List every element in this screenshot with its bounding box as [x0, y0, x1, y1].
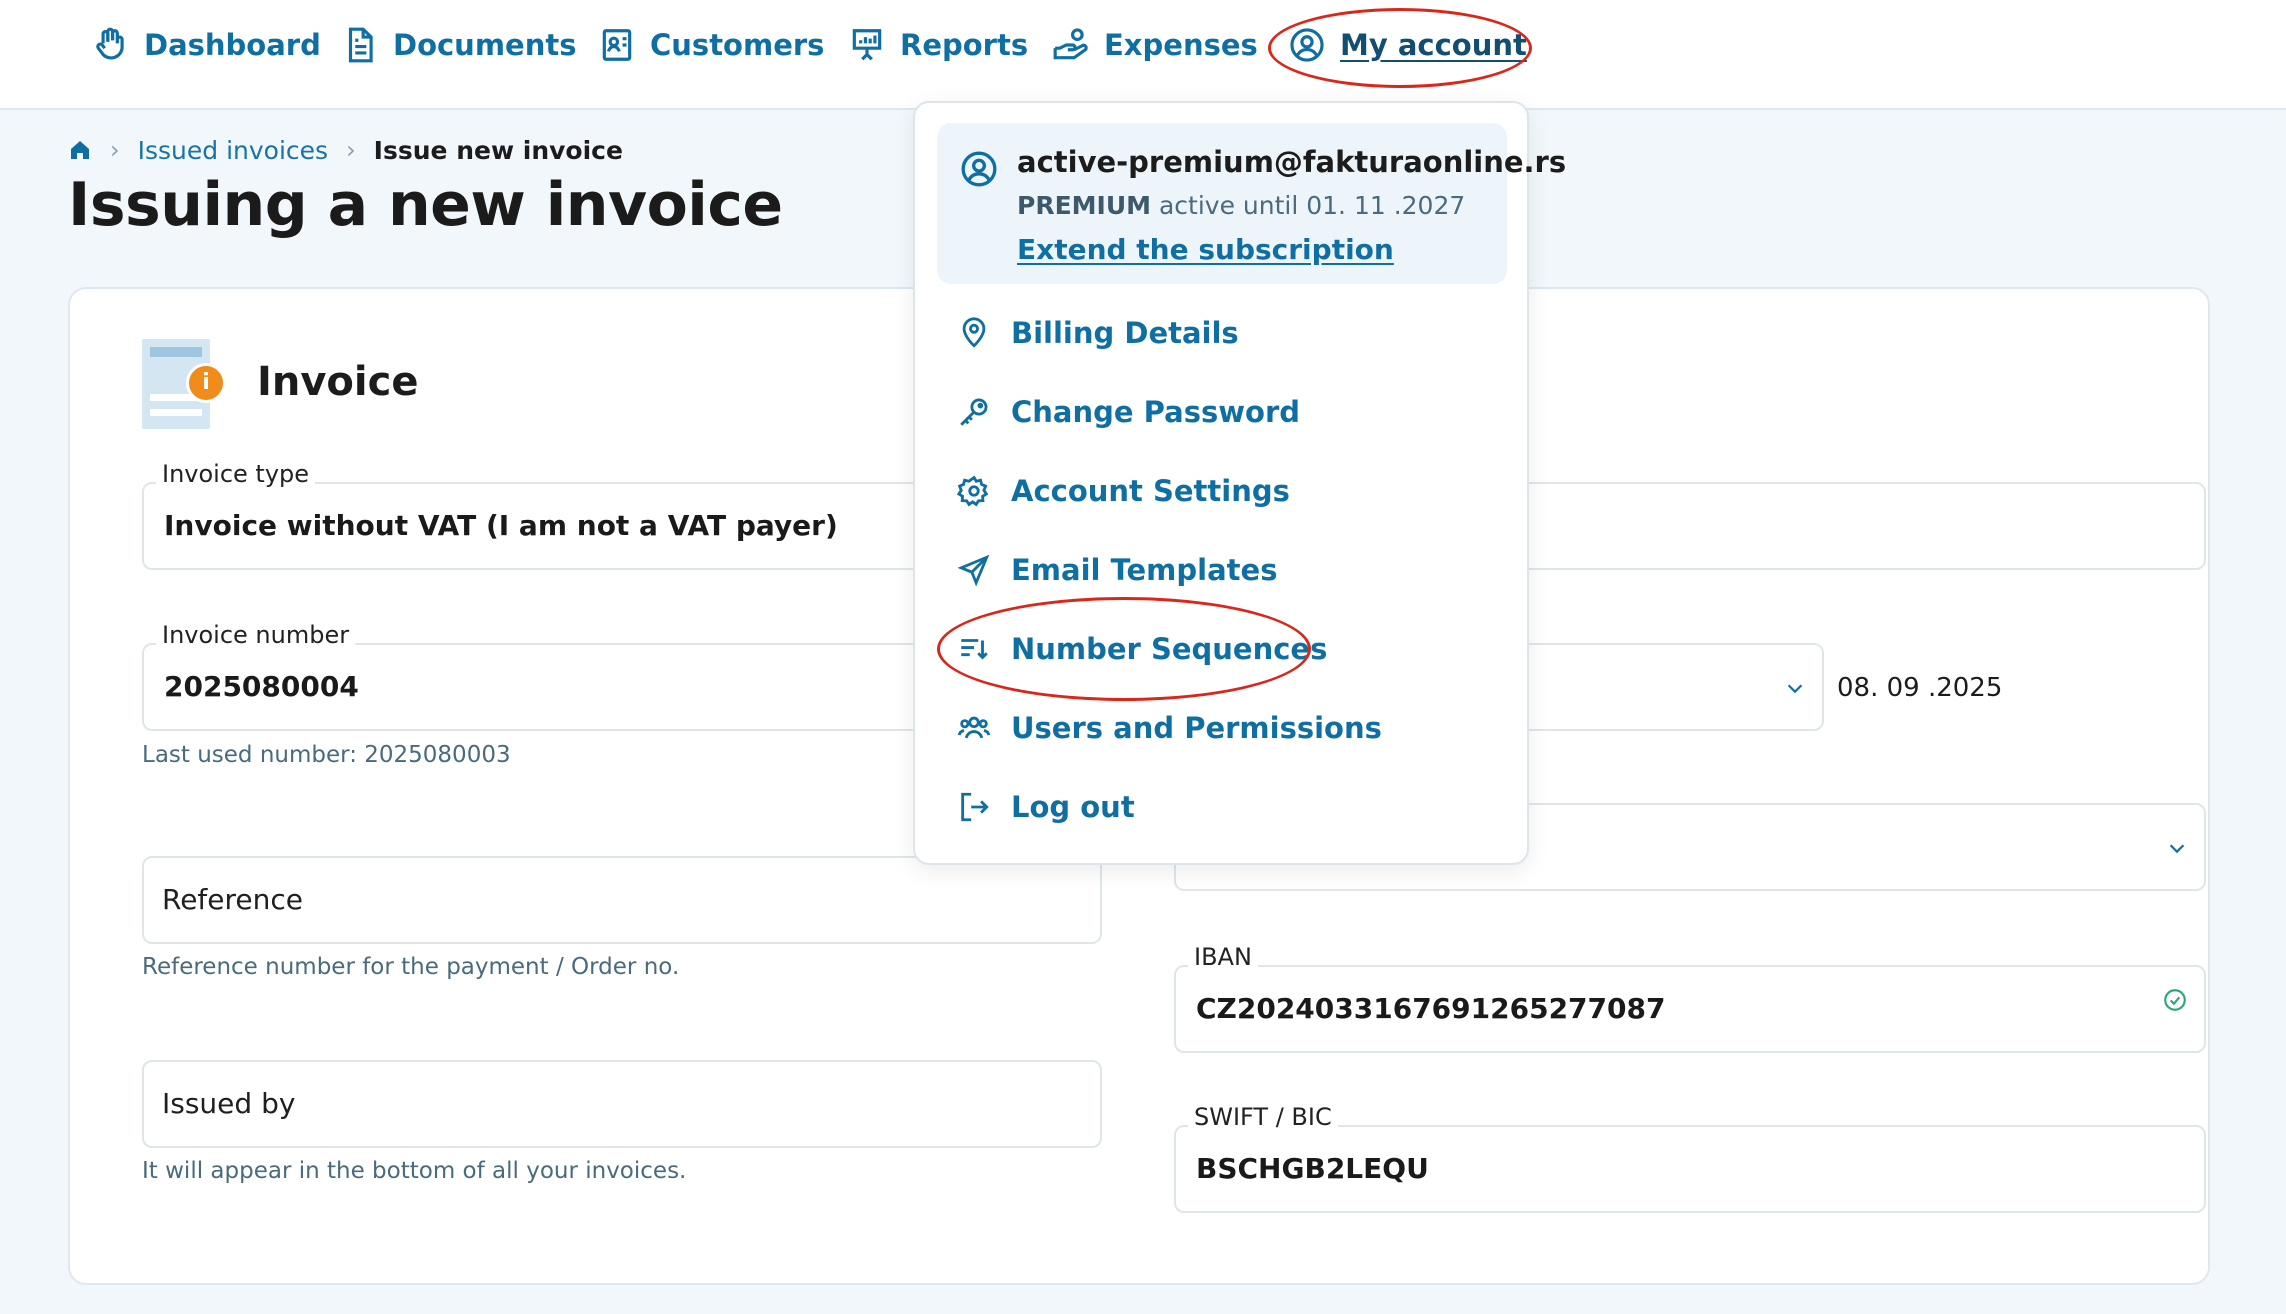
menu-account-settings[interactable]: Account Settings — [957, 468, 1290, 514]
invoice-number-value: 2025080004 — [164, 670, 359, 703]
issued-by-input[interactable]: Issued by — [142, 1060, 1102, 1148]
menu-users-permissions[interactable]: Users and Permissions — [957, 705, 1382, 751]
breadcrumb-separator-icon: › — [110, 136, 120, 164]
chevron-down-icon — [2169, 844, 2185, 854]
map-pin-icon — [962, 317, 986, 348]
issued-by-hint: It will appear in the bottom of all your… — [142, 1158, 687, 1184]
iban-value: CZ2024033167691265277087 — [1196, 992, 1666, 1025]
chevron-down-icon — [1787, 684, 1803, 694]
menu-account-settings-label: Account Settings — [1011, 474, 1290, 508]
account-email: active-premium@fakturaonline.rs — [1017, 145, 1567, 179]
menu-change-password[interactable]: Change Password — [957, 389, 1300, 435]
annotation-ellipse-number-sequences — [937, 597, 1311, 701]
nav-customers[interactable]: Customers — [598, 20, 824, 70]
reference-input[interactable]: Reference — [142, 856, 1102, 944]
page-title: Issuing a new invoice — [68, 170, 783, 240]
hand-wave-icon — [96, 27, 124, 60]
date-value[interactable]: 08. 09 .2025 — [1837, 673, 2002, 703]
nav-dashboard[interactable]: Dashboard — [92, 20, 321, 70]
menu-log-out-label: Log out — [1011, 790, 1135, 824]
annotation-ellipse-my-account — [1268, 8, 1532, 88]
menu-log-out[interactable]: Log out — [957, 784, 1135, 830]
menu-change-password-label: Change Password — [1011, 395, 1301, 429]
issued-by-placeholder: Issued by — [162, 1087, 296, 1120]
key-icon — [960, 398, 988, 426]
user-circle-icon — [961, 151, 997, 187]
invoice-type-value: Invoice without VAT (I am not a VAT paye… — [164, 509, 838, 542]
nav-reports-label: Reports — [900, 28, 1029, 62]
invoice-document-icon: i — [142, 339, 226, 429]
invoice-number-hint: Last used number: 2025080003 — [142, 742, 511, 768]
invoice-number-label: Invoice number — [156, 621, 356, 649]
hand-coin-icon — [1053, 28, 1088, 60]
nav-expenses-label: Expenses — [1104, 28, 1258, 62]
nav-dashboard-label: Dashboard — [144, 28, 321, 62]
home-icon[interactable] — [68, 138, 92, 162]
swift-label: SWIFT / BIC — [1188, 1103, 1338, 1131]
nav-reports[interactable]: Reports — [848, 20, 1028, 70]
contact-card-icon — [602, 29, 632, 61]
menu-email-templates[interactable]: Email Templates — [957, 547, 1277, 593]
breadcrumb-separator-icon: › — [346, 136, 356, 164]
invoice-section-title: Invoice — [257, 359, 419, 405]
account-dropdown-menu: active-premium@fakturaonline.rs PREMIUM … — [913, 101, 1566, 865]
top-navigation: Dashboard Documents Customers Reports Ex… — [0, 0, 2286, 110]
plan-status: active until 01. 11 .2027 — [1158, 191, 1466, 220]
info-badge-icon: i — [186, 363, 226, 403]
iban-label: IBAN — [1188, 943, 1258, 971]
breadcrumb-current: Issue new invoice — [373, 135, 623, 165]
menu-email-templates-label: Email Templates — [1011, 553, 1278, 587]
menu-users-permissions-label: Users and Permissions — [1011, 711, 1382, 745]
nav-expenses[interactable]: Expenses — [1052, 20, 1258, 70]
nav-customers-label: Customers — [650, 28, 825, 62]
swift-value: BSCHGB2LEQU — [1196, 1152, 1429, 1185]
check-circle-icon — [2164, 989, 2186, 1011]
reference-placeholder: Reference — [162, 883, 303, 916]
presentation-chart-icon — [852, 29, 882, 61]
nav-documents-label: Documents — [393, 28, 577, 62]
swift-input[interactable]: SWIFT / BIC BSCHGB2LEQU — [1174, 1103, 2206, 1213]
nav-documents[interactable]: Documents — [341, 20, 577, 70]
gear-icon — [957, 475, 989, 507]
menu-billing-details-label: Billing Details — [1011, 316, 1239, 350]
users-icon — [957, 716, 991, 739]
iban-input[interactable]: IBAN CZ2024033167691265277087 — [1174, 943, 2206, 1053]
breadcrumb-issued-invoices[interactable]: Issued invoices — [138, 136, 328, 165]
logout-icon — [961, 792, 989, 822]
reference-hint: Reference number for the payment / Order… — [142, 954, 680, 980]
plan-name: PREMIUM — [1017, 191, 1152, 220]
invoice-type-label: Invoice type — [156, 460, 316, 488]
menu-billing-details[interactable]: Billing Details — [957, 310, 1239, 356]
extend-subscription-link[interactable]: Extend the subscription — [1017, 233, 1394, 266]
paper-plane-icon — [957, 554, 990, 587]
document-icon — [348, 27, 373, 63]
breadcrumb: › Issued invoices › Issue new invoice — [68, 133, 623, 167]
account-plan: PREMIUM active until 01. 11 .2027 — [1017, 191, 1465, 220]
account-info-panel: active-premium@fakturaonline.rs PREMIUM … — [937, 123, 1566, 284]
